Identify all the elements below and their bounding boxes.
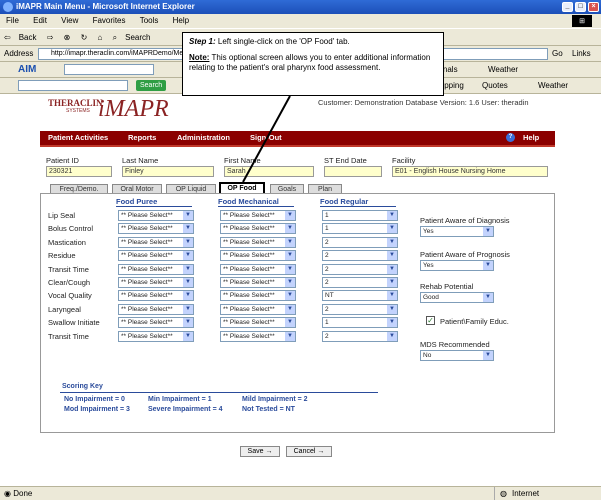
callout-pointer xyxy=(242,95,291,183)
